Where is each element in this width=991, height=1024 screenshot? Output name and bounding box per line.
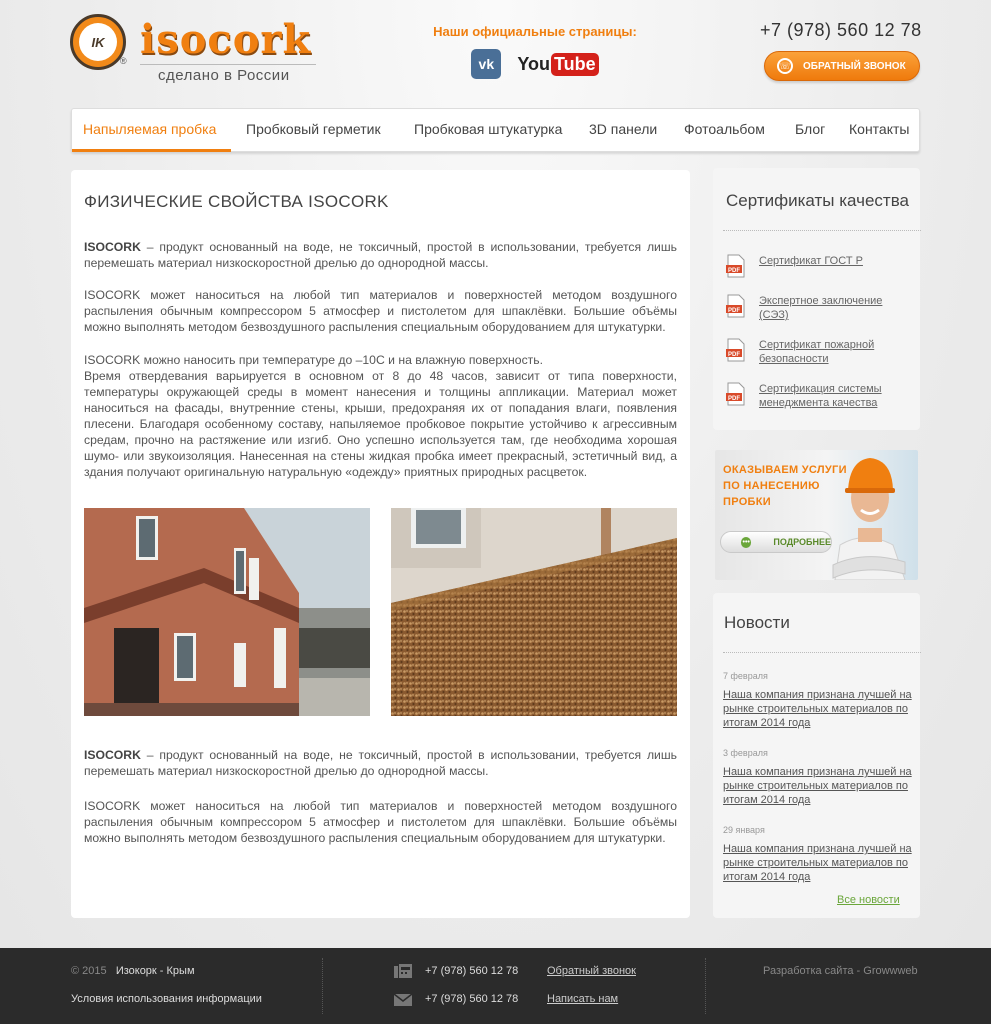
pdf-icon: PDF — [725, 338, 747, 362]
phone-icon: ☏ — [777, 58, 793, 74]
promo-line-2: ПО НАНЕСЕНИЮ — [723, 480, 820, 492]
vk-icon[interactable]: vk — [471, 49, 502, 79]
certificate-link[interactable]: Экспертное заключение (СЭЗ) — [759, 294, 915, 322]
footer-phone-2[interactable]: +7 (978) 560 12 78 — [425, 993, 518, 1005]
footer-developer-link[interactable]: Разработка сайта - Growwweb — [763, 965, 918, 977]
nav-item-contacts[interactable]: Контакты — [849, 121, 909, 137]
page-title: ФИЗИЧЕСКИЕ СВОЙСТВА ISOCORK — [84, 192, 389, 211]
promo-more-button[interactable]: ••• ПОДРОБНЕЕ — [720, 531, 832, 553]
logo[interactable]: IK ® isocork сделано в России — [70, 12, 330, 92]
nav-item-cork-plaster[interactable]: Пробковая штукатурка — [414, 121, 562, 137]
paragraph-5: ISOCORK может наноситься на любой тип ма… — [84, 799, 677, 845]
logo-badge-icon: IK — [70, 14, 126, 70]
footer: © 2015 Изокорк - Крым Условия использова… — [0, 948, 991, 1024]
house-photo[interactable] — [84, 508, 370, 716]
youtube-label-tube: Tube — [551, 52, 599, 76]
main-nav: Напыляемая пробка Пробковый герметик Про… — [71, 108, 920, 152]
pdf-icon: PDF — [725, 294, 747, 318]
promo-more-label: ПОДРОБНЕЕ — [773, 537, 831, 547]
social-links: vk You Tube — [430, 49, 640, 79]
promo-line-1: ОКАЗЫВАЕМ УСЛУГИ — [723, 464, 847, 476]
official-pages: Наши официальные страницы: vk You Tube — [430, 24, 640, 79]
svg-text:PDF: PDF — [728, 396, 740, 402]
official-pages-title: Наши официальные страницы: — [433, 24, 637, 39]
paragraph-3-intro: ISOCORK можно наносить при температуре д… — [84, 353, 543, 367]
youtube-icon[interactable]: You Tube — [517, 52, 599, 76]
callback-button-label: ОБРАТНЫЙ ЗВОНОК — [803, 60, 906, 72]
nav-item-blog[interactable]: Блог — [795, 121, 825, 137]
nav-item-sprayed-cork[interactable]: Напыляемая пробка — [83, 121, 216, 137]
callback-button[interactable]: ☏ ОБРАТНЫЙ ЗВОНОК — [764, 51, 920, 81]
news-panel: Новости 7 февраля Наша компания признана… — [713, 593, 921, 918]
all-news-link[interactable]: Все новости — [837, 894, 900, 906]
certificate-link[interactable]: Сертификат пожарной безопасности — [759, 338, 915, 366]
news-date: 29 января — [723, 825, 765, 835]
news-divider — [723, 652, 921, 653]
logo-wordmark: isocork — [140, 16, 312, 63]
house-photo-image — [84, 508, 370, 716]
certificate-item[interactable]: PDF Экспертное заключение (СЭЗ) — [725, 294, 915, 322]
certificate-item[interactable]: PDF Сертификация системы менеджмента кач… — [725, 382, 915, 410]
nav-item-cork-sealant[interactable]: Пробковый герметик — [246, 121, 381, 137]
logo-tagline: сделано в России — [158, 67, 290, 84]
paragraph-3: ISOCORK можно наносить при температуре д… — [84, 352, 677, 480]
promo-line-3: ПРОБКИ — [723, 496, 771, 508]
news-link[interactable]: Наша компания признана лучшей на рынке с… — [723, 842, 919, 884]
paragraph-4: ISOCORK – продукт основанный на воде, не… — [84, 747, 677, 779]
svg-text:PDF: PDF — [728, 352, 740, 358]
paragraph-1-text: – продукт основанный на воде, не токсичн… — [84, 240, 677, 270]
paragraph-4-brand: ISOCORK — [84, 748, 141, 762]
paragraph-3-body: Время отвердевания варьируется в основно… — [84, 369, 677, 479]
cork-texture-photo[interactable] — [391, 508, 677, 716]
footer-terms-link[interactable]: Условия использования информации — [71, 993, 262, 1005]
nav-item-3d-panels[interactable]: 3D панели — [589, 121, 657, 137]
pdf-icon: PDF — [725, 382, 747, 406]
footer-year: © 2015 — [71, 965, 107, 977]
pdf-icon: PDF — [725, 254, 747, 278]
certificate-link[interactable]: Сертификация системы менеджмента качеств… — [759, 382, 915, 410]
paragraph-4-text: – продукт основанный на воде, не токсичн… — [84, 748, 677, 778]
promo-text: ОКАЗЫВАЕМ УСЛУГИ ПО НАНЕСЕНИЮ ПРОБКИ — [723, 462, 847, 510]
fax-icon — [394, 964, 412, 981]
certificates-divider — [723, 230, 921, 231]
news-title: Новости — [724, 613, 790, 632]
certificates-panel: Сертификаты качества PDF Сертификат ГОСТ… — [713, 168, 921, 430]
logo-badge-text: IK — [79, 23, 117, 61]
footer-copyright: © 2015 Изокорк - Крым — [71, 965, 195, 977]
paragraph-1-brand: ISOCORK — [84, 240, 141, 254]
footer-phone-1[interactable]: +7 (978) 560 12 78 — [425, 965, 518, 977]
youtube-label-you: You — [517, 53, 550, 74]
footer-callback-link[interactable]: Обратный звонок — [547, 965, 636, 977]
mail-icon — [393, 993, 413, 1009]
header-phone[interactable]: +7 (978) 560 12 78 — [760, 20, 922, 41]
news-link[interactable]: Наша компания признана лучшей на рынке с… — [723, 765, 919, 807]
paragraph-2: ISOCORK может наноситься на любой тип ма… — [84, 288, 677, 334]
logo-divider — [140, 64, 316, 65]
services-promo-banner[interactable]: ОКАЗЫВАЕМ УСЛУГИ ПО НАНЕСЕНИЮ ПРОБКИ •••… — [715, 450, 918, 580]
footer-company: Изокорк - Крым — [115, 965, 195, 977]
cork-texture-image — [391, 508, 677, 716]
certificates-title: Сертификаты качества — [726, 191, 909, 210]
news-date: 7 февраля — [723, 671, 768, 681]
svg-text:PDF: PDF — [728, 268, 740, 274]
footer-write-link[interactable]: Написать нам — [547, 993, 618, 1005]
news-link[interactable]: Наша компания признана лучшей на рынке с… — [723, 688, 919, 730]
main-content: ФИЗИЧЕСКИЕ СВОЙСТВА ISOCORK ISOCORK – пр… — [71, 170, 690, 918]
certificate-item[interactable]: PDF Сертификат пожарной безопасности — [725, 338, 915, 366]
paragraph-1: ISOCORK – продукт основанный на воде, не… — [84, 239, 677, 271]
footer-divider — [322, 958, 323, 1014]
svg-text:PDF: PDF — [728, 308, 740, 314]
registered-mark: ® — [120, 56, 127, 66]
nav-item-photo-album[interactable]: Фотоальбом — [684, 121, 765, 137]
nav-active-indicator — [72, 149, 231, 152]
certificate-link[interactable]: Сертификат ГОСТ Р — [759, 254, 863, 278]
news-date: 3 февраля — [723, 748, 768, 758]
footer-divider — [705, 958, 706, 1014]
certificate-item[interactable]: PDF Сертификат ГОСТ Р — [725, 254, 915, 278]
more-dots-icon: ••• — [741, 536, 752, 548]
